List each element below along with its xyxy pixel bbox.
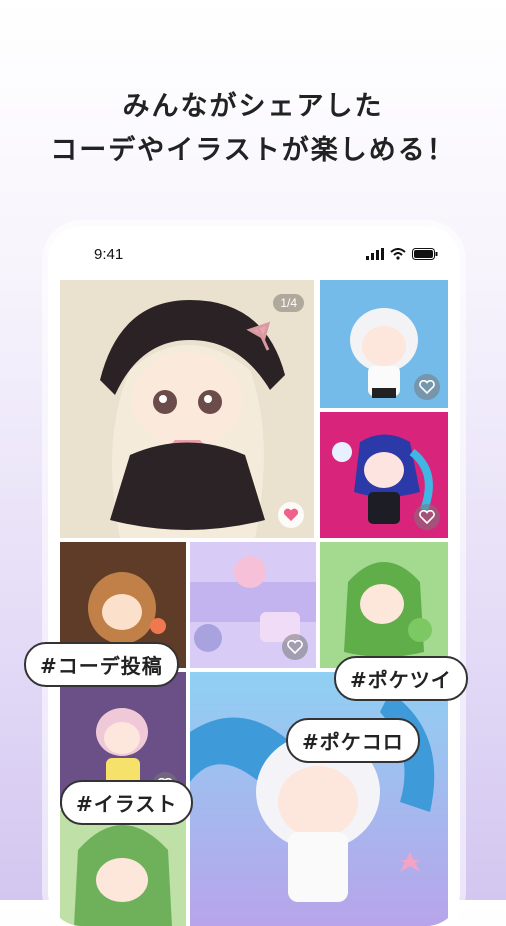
like-button[interactable] (282, 634, 308, 660)
chibi-illustration (320, 542, 448, 668)
like-button[interactable] (414, 504, 440, 530)
signal-icon (366, 248, 384, 260)
chibi-illustration (60, 810, 186, 926)
heart-outline-icon (287, 640, 303, 654)
like-button[interactable] (278, 502, 304, 528)
tag-illust[interactable]: #イラスト (60, 780, 194, 825)
status-icons (366, 248, 438, 260)
status-time: 9:41 (94, 246, 124, 263)
battery-icon (412, 248, 438, 260)
tag-pokeotsui[interactable]: #ポケツイ (334, 656, 468, 701)
wifi-icon (390, 248, 406, 260)
tag-coordinate-post[interactable]: #コーデ投稿 (24, 642, 179, 687)
image-counter: 1/4 (273, 294, 304, 312)
headline-line-2: コーデやイラストが楽しめる！ (50, 135, 456, 166)
chibi-illustration (60, 280, 314, 538)
post-tile[interactable] (320, 280, 448, 408)
heart-outline-icon (419, 510, 435, 524)
post-tile[interactable] (60, 810, 186, 926)
post-tile[interactable] (320, 412, 448, 538)
headline-line-1: みんながシェアした (122, 91, 384, 122)
tag-pokekoro[interactable]: #ポケコロ (286, 718, 420, 763)
heart-outline-icon (419, 380, 435, 394)
post-tile-large[interactable] (190, 672, 448, 926)
post-tile[interactable] (190, 542, 316, 668)
post-tile[interactable] (320, 542, 448, 668)
chibi-illustration (190, 672, 448, 926)
heart-filled-icon (283, 508, 299, 521)
post-tile-large[interactable]: 1/4 (60, 280, 314, 538)
like-button[interactable] (414, 374, 440, 400)
